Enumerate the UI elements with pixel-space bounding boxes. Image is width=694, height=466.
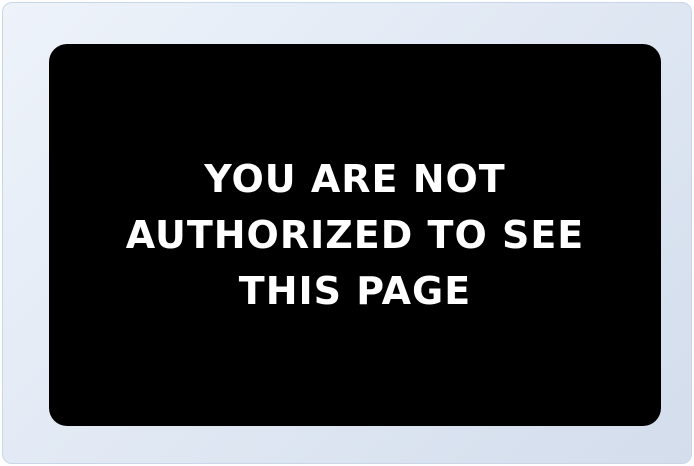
- unauthorized-message: YOU ARE NOT AUTHORIZED TO SEE THIS PAGE: [115, 151, 595, 319]
- message-line: YOU ARE NOT: [204, 157, 506, 201]
- page-frame: YOU ARE NOT AUTHORIZED TO SEE THIS PAGE: [2, 2, 692, 464]
- message-line: THIS PAGE: [238, 269, 472, 313]
- unauthorized-panel: YOU ARE NOT AUTHORIZED TO SEE THIS PAGE: [49, 44, 661, 426]
- message-line: AUTHORIZED TO SEE: [125, 213, 585, 257]
